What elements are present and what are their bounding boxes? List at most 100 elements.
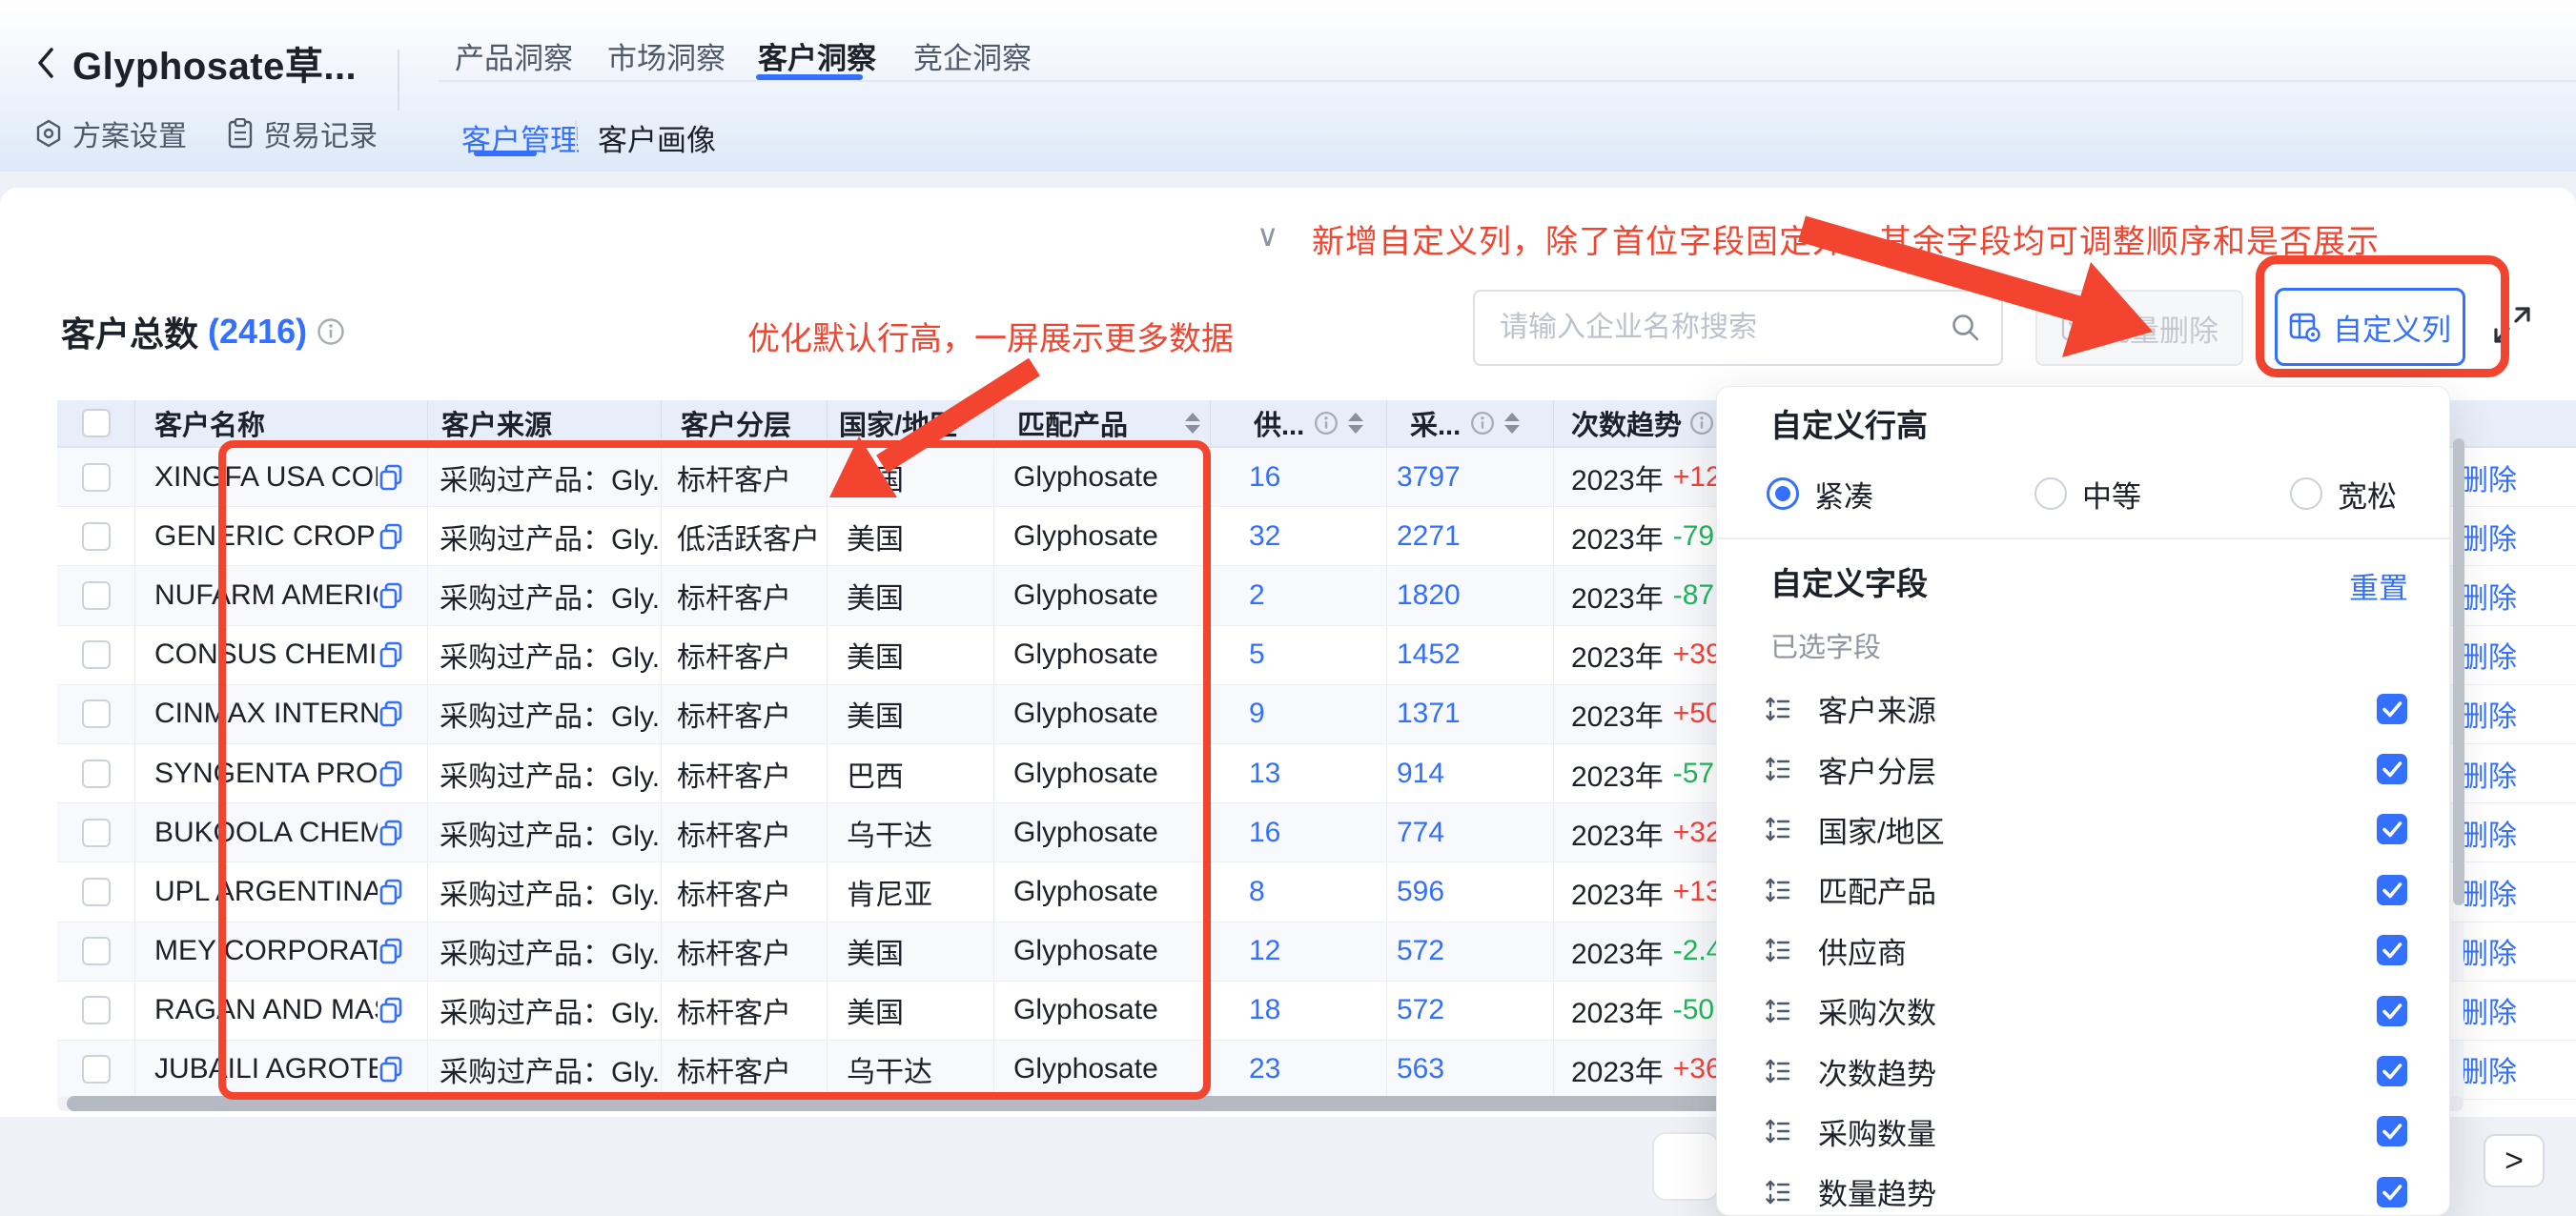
reset-link[interactable]: 重置 — [2349, 564, 2408, 607]
drag-handle-icon[interactable] — [1763, 694, 1793, 724]
pagination-fragment[interactable] — [1652, 1132, 1719, 1201]
tab-competitor-insight[interactable]: 竞企洞察 — [913, 34, 1032, 77]
drag-handle-icon[interactable] — [1763, 1116, 1793, 1146]
field-item[interactable]: 次数趋势 — [1717, 1041, 2449, 1101]
sort-icon[interactable] — [1185, 413, 1200, 434]
delete-link[interactable]: 删除 — [2464, 456, 2517, 498]
notice-collapse-icon[interactable]: ∨ — [1257, 217, 1278, 253]
field-item[interactable]: 供应商 — [1717, 921, 2449, 981]
col-suppliers[interactable]: 供... — [1211, 400, 1387, 446]
subtab-customer-profile[interactable]: 客户画像 — [598, 116, 716, 159]
row-checkbox[interactable] — [82, 581, 111, 610]
purchase-count-link[interactable]: 563 — [1397, 1053, 1444, 1085]
col-country[interactable]: 国家/地区 — [828, 400, 994, 446]
row-height-option-compact[interactable]: 紧凑 — [1767, 469, 1873, 518]
delete-link[interactable]: 删除 — [2464, 516, 2517, 557]
supplier-count-link[interactable]: 23 — [1249, 1053, 1280, 1085]
delete-link[interactable]: 删除 — [2464, 812, 2517, 854]
field-checkbox-checked[interactable] — [2377, 1177, 2407, 1207]
delete-link[interactable]: 删除 — [2464, 930, 2517, 972]
row-checkbox[interactable] — [82, 1055, 111, 1084]
delete-link[interactable]: 删除 — [2464, 1048, 2517, 1090]
purchase-count-link[interactable]: 572 — [1397, 994, 1444, 1026]
field-item[interactable]: 匹配产品 — [1717, 860, 2449, 920]
field-checkbox-checked[interactable] — [2377, 875, 2407, 905]
supplier-count-link[interactable]: 9 — [1249, 698, 1265, 730]
col-customer-name[interactable]: 客户名称 — [135, 400, 428, 446]
row-checkbox[interactable] — [82, 699, 111, 728]
drag-handle-icon[interactable] — [1763, 996, 1793, 1026]
field-checkbox-checked[interactable] — [2377, 814, 2407, 844]
col-customer-tier[interactable]: 客户分层 — [662, 400, 828, 446]
select-all-checkbox[interactable] — [82, 409, 111, 437]
info-icon[interactable] — [1689, 411, 1714, 436]
tab-product-insight[interactable]: 产品洞察 — [455, 34, 573, 77]
drag-handle-icon[interactable] — [1763, 935, 1793, 965]
field-item[interactable]: 客户分层 — [1717, 739, 2449, 799]
row-checkbox[interactable] — [82, 760, 111, 788]
row-checkbox[interactable] — [82, 996, 111, 1024]
delete-link[interactable]: 删除 — [2464, 693, 2517, 735]
row-checkbox[interactable] — [82, 522, 111, 551]
supplier-count-link[interactable]: 12 — [1249, 935, 1280, 967]
col-purchase-count[interactable]: 采... — [1387, 400, 1554, 446]
field-item[interactable]: 国家/地区 — [1717, 800, 2449, 860]
delete-link[interactable]: 删除 — [2464, 989, 2517, 1031]
field-checkbox-checked[interactable] — [2377, 1056, 2407, 1086]
trade-records-button[interactable]: 贸易记录 — [227, 112, 378, 154]
info-icon[interactable] — [1314, 411, 1339, 436]
drag-handle-icon[interactable] — [1763, 1056, 1793, 1086]
row-checkbox[interactable] — [82, 819, 111, 847]
field-item[interactable]: 客户来源 — [1717, 679, 2449, 739]
field-item[interactable]: 采购次数 — [1717, 981, 2449, 1041]
company-search-box[interactable] — [1473, 290, 2003, 366]
purchase-count-link[interactable]: 914 — [1397, 758, 1444, 790]
supplier-count-link[interactable]: 8 — [1249, 876, 1265, 908]
field-item[interactable]: 采购数量 — [1717, 1102, 2449, 1162]
search-icon[interactable] — [1950, 312, 1982, 344]
supplier-count-link[interactable]: 16 — [1249, 461, 1280, 494]
drag-handle-icon[interactable] — [1763, 1177, 1793, 1207]
delete-link[interactable]: 删除 — [2464, 753, 2517, 795]
row-height-option-medium[interactable]: 中等 — [2034, 469, 2141, 518]
tab-customer-insight[interactable]: 客户洞察 — [758, 34, 876, 77]
row-checkbox[interactable] — [82, 640, 111, 669]
supplier-count-link[interactable]: 5 — [1249, 638, 1265, 671]
next-page-button[interactable]: > — [2484, 1134, 2545, 1187]
purchase-count-link[interactable]: 596 — [1397, 876, 1444, 908]
row-checkbox[interactable] — [82, 463, 111, 492]
purchase-count-link[interactable]: 2271 — [1397, 520, 1461, 553]
purchase-count-link[interactable]: 3797 — [1397, 461, 1461, 494]
drag-handle-icon[interactable] — [1763, 814, 1793, 844]
delete-link[interactable]: 删除 — [2464, 871, 2517, 913]
row-height-option-loose[interactable]: 宽松 — [2290, 469, 2397, 518]
purchase-count-link[interactable]: 1452 — [1397, 638, 1461, 671]
field-checkbox-checked[interactable] — [2377, 1116, 2407, 1146]
info-icon[interactable] — [1470, 411, 1495, 436]
field-checkbox-checked[interactable] — [2377, 694, 2407, 724]
row-checkbox[interactable] — [82, 878, 111, 906]
field-checkbox-checked[interactable] — [2377, 935, 2407, 965]
purchase-count-link[interactable]: 572 — [1397, 935, 1444, 967]
tab-market-insight[interactable]: 市场洞察 — [607, 34, 726, 77]
field-item[interactable]: 数量趋势 — [1717, 1162, 2449, 1215]
purchase-count-link[interactable]: 1820 — [1397, 579, 1461, 612]
drag-handle-icon[interactable] — [1763, 875, 1793, 905]
scheme-settings-button[interactable]: 方案设置 — [34, 112, 187, 154]
field-checkbox-checked[interactable] — [2377, 754, 2407, 784]
radio-icon[interactable] — [2290, 477, 2322, 510]
batch-delete-button[interactable]: 批量删除 — [2035, 290, 2243, 366]
delete-link[interactable]: 删除 — [2464, 634, 2517, 676]
supplier-count-link[interactable]: 16 — [1249, 817, 1280, 849]
supplier-count-link[interactable]: 13 — [1249, 758, 1280, 790]
supplier-count-link[interactable]: 32 — [1249, 520, 1280, 553]
vertical-scrollbar[interactable] — [2453, 438, 2464, 905]
supplier-count-link[interactable]: 18 — [1249, 994, 1280, 1026]
row-checkbox[interactable] — [82, 937, 111, 965]
radio-selected-icon[interactable] — [1767, 477, 1799, 510]
info-icon[interactable] — [317, 317, 345, 346]
back-icon[interactable] — [32, 42, 61, 84]
col-matched-product[interactable]: 匹配产品 — [994, 400, 1211, 446]
radio-icon[interactable] — [2034, 477, 2067, 510]
sort-icon[interactable] — [1504, 413, 1520, 434]
